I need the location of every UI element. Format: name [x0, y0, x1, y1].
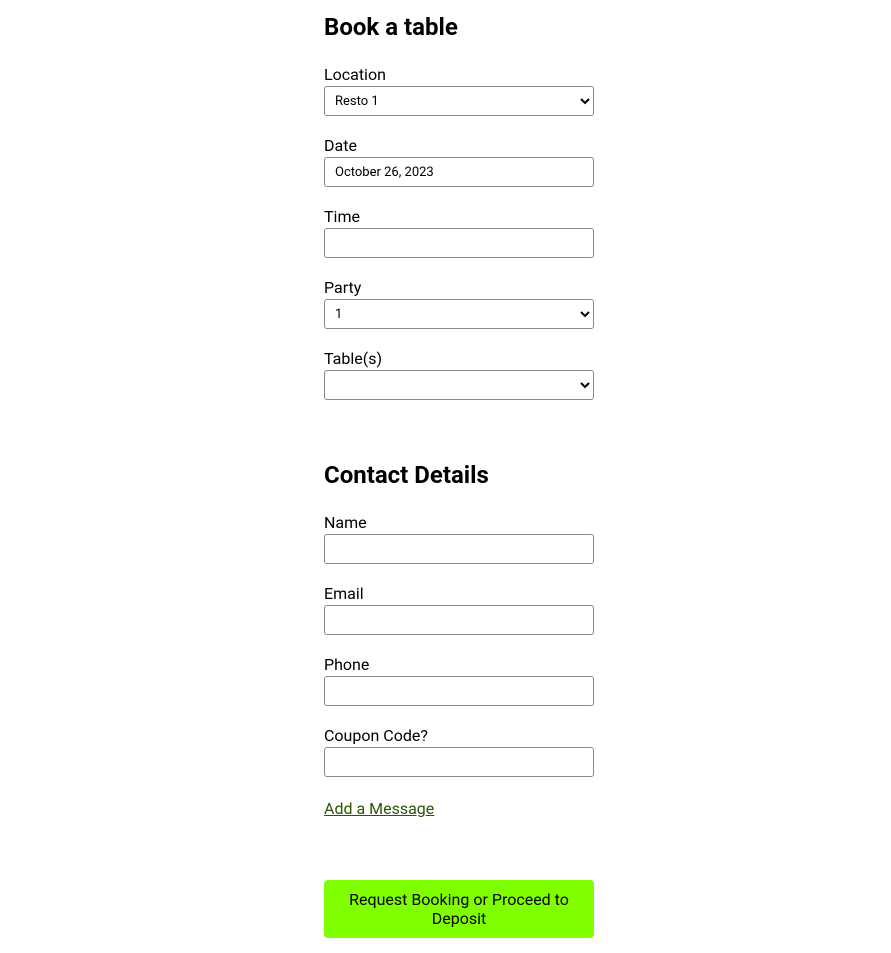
coupon-input[interactable] — [324, 747, 594, 777]
phone-label: Phone — [324, 655, 594, 674]
party-select[interactable]: 1 — [324, 299, 594, 329]
name-input[interactable] — [324, 534, 594, 564]
book-table-heading: Book a table — [324, 12, 594, 43]
add-message-link[interactable]: Add a Message — [324, 799, 434, 818]
time-input[interactable] — [324, 228, 594, 258]
time-label: Time — [324, 207, 594, 226]
date-label: Date — [324, 136, 594, 155]
tables-label: Table(s) — [324, 349, 594, 368]
location-label: Location — [324, 65, 594, 84]
party-label: Party — [324, 278, 594, 297]
name-label: Name — [324, 513, 594, 532]
tables-select[interactable] — [324, 370, 594, 400]
contact-details-heading: Contact Details — [324, 460, 594, 491]
request-booking-button[interactable]: Request Booking or Proceed to Deposit — [324, 880, 594, 938]
phone-input[interactable] — [324, 676, 594, 706]
email-label: Email — [324, 584, 594, 603]
email-input[interactable] — [324, 605, 594, 635]
location-select[interactable]: Resto 1 — [324, 86, 594, 116]
date-input[interactable] — [324, 157, 594, 187]
coupon-label: Coupon Code? — [324, 726, 594, 745]
